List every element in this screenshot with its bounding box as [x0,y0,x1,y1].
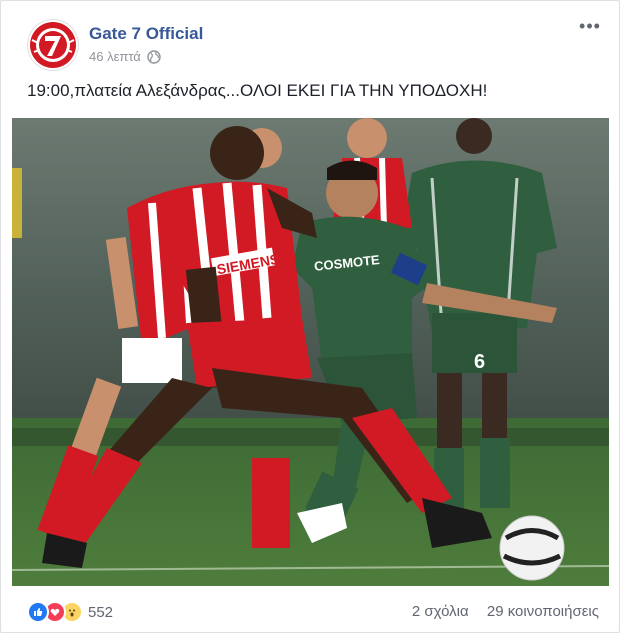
green-shorts-number: 6 [474,351,485,373]
gate7-logo-icon [30,22,76,68]
feed-post: Gate 7 Official 46 λεπτά ••• 19:00,πλατε… [0,0,620,633]
comments-count-link[interactable]: 2 σχόλια [412,603,469,620]
more-options-button[interactable]: ••• [575,17,605,39]
post-photo[interactable]: 6 COSMOTE SIEMENS [12,118,609,586]
engagement-stats: 2 σχόλια 29 κοινοποιήσεις [398,603,599,620]
shares-count-link[interactable]: 29 κοινοποιήσεις [487,603,599,620]
post-footer: 552 2 σχόλια 29 κοινοποιήσεις [27,599,599,625]
football-match-photo: 6 COSMOTE SIEMENS [12,118,609,586]
like-icon [27,601,49,623]
reactions-summary[interactable]: 552 [27,601,113,623]
page-name-link[interactable]: Gate 7 Official [89,24,203,44]
reaction-count: 552 [88,603,114,621]
post-meta: 46 λεπτά [89,49,161,64]
post-header: Gate 7 Official 46 λεπτά ••• [27,17,605,71]
football-ball [499,515,565,581]
page-avatar[interactable] [27,19,79,71]
post-text: 19:00,πλατεία Αλεξάνδρας...ΟΛΟΙ ΕΚΕΙ ΓΙΑ… [27,81,488,100]
post-timestamp[interactable]: 46 λεπτά [89,49,141,64]
globe-icon[interactable] [147,49,161,64]
